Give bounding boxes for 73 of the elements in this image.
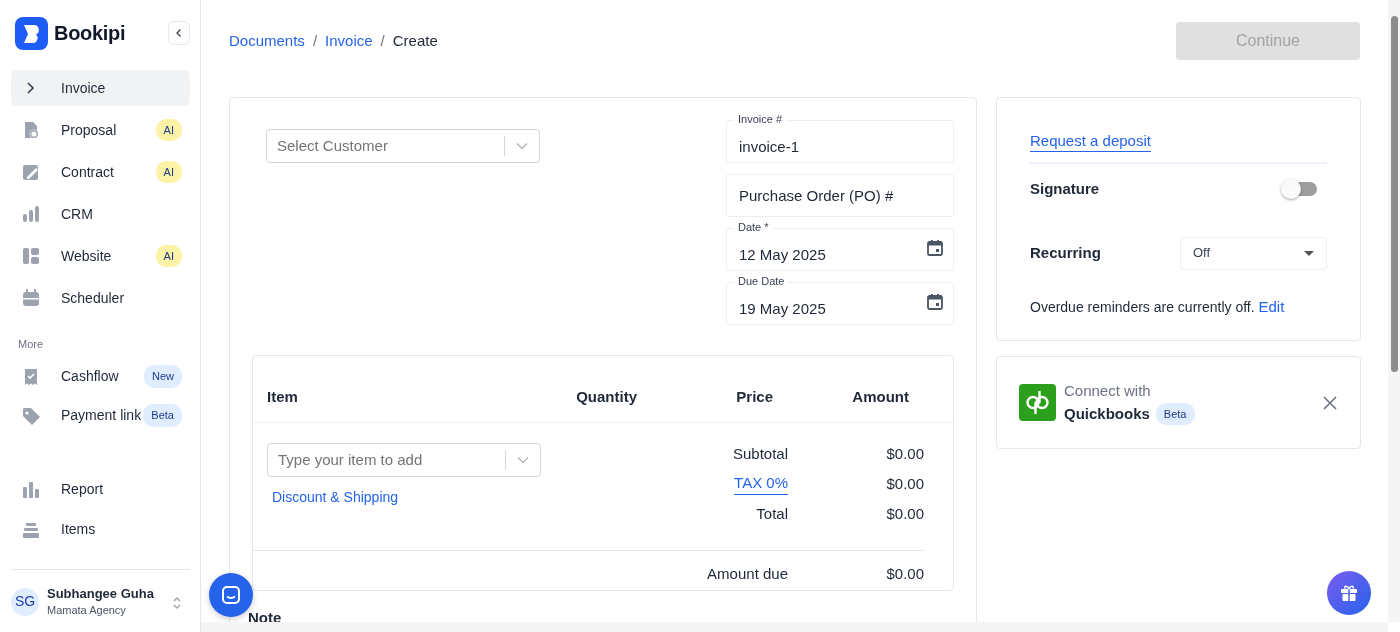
sidebar-item[interactable]: Invoice: [11, 70, 190, 106]
breadcrumb-separator: /: [312, 31, 318, 49]
badge: New: [144, 365, 182, 388]
gift-button[interactable]: [1327, 571, 1371, 615]
sidebar-item[interactable]: Items: [11, 511, 190, 548]
edit-link[interactable]: Edit: [1258, 297, 1285, 315]
connect-text: Connect with: [1064, 381, 1152, 401]
badge: AI: [155, 118, 182, 142]
tax-link[interactable]: TAX 0%: [734, 473, 788, 495]
badge: Beta: [143, 404, 182, 427]
badge: Beta: [1155, 402, 1195, 425]
column-header: Amount: [851, 386, 909, 407]
sidebar-item[interactable]: Cashflow New: [11, 358, 190, 395]
recurring-label: Recurring: [1030, 242, 1101, 263]
input-field[interactable]: Purchase Order (PO) #: [726, 174, 954, 217]
badge: AI: [155, 160, 182, 184]
total-label: Total: [755, 504, 788, 524]
brand-name: Bookipi: [54, 21, 126, 46]
amount-due-label: Amount due: [706, 564, 788, 584]
quickbooks-logo-icon: [1019, 384, 1056, 421]
breadcrumb-current: Create: [392, 31, 438, 49]
calendar-icon[interactable]: [926, 239, 944, 257]
column-header: Item: [267, 386, 299, 407]
chevron-down-icon: [516, 142, 528, 150]
bar-chart-icon: [21, 479, 41, 500]
customer-select[interactable]: Select Customer: [266, 129, 540, 163]
field-label: Due Date: [734, 274, 789, 288]
calendar-icon: [21, 288, 41, 308]
scrollbar[interactable]: [1388, 0, 1400, 622]
sidebar-item[interactable]: Report: [11, 471, 190, 508]
breadcrumb-separator: /: [380, 31, 385, 49]
close-button[interactable]: [1322, 394, 1338, 411]
total-value: $0.00: [885, 504, 924, 524]
chat-icon: [221, 585, 241, 605]
field-label: Invoice #: [734, 112, 787, 126]
column-header: Price: [735, 386, 773, 407]
column-header: Quantity: [575, 386, 637, 407]
layout-icon: [21, 246, 41, 266]
sidebar-item[interactable]: Contract AI: [11, 154, 190, 190]
logo-icon: [15, 16, 48, 50]
pencil-square-icon: [21, 162, 41, 182]
bars-icon: [21, 204, 41, 224]
tag-icon: [21, 405, 41, 426]
total-value: $0.00: [885, 444, 924, 464]
signature-label: Signature: [1030, 179, 1100, 199]
total-label: Subtotal: [731, 444, 788, 464]
total-value: $0.00: [885, 474, 924, 494]
sidebar-item[interactable]: CRM: [11, 196, 190, 232]
scrollbar[interactable]: [201, 622, 1388, 632]
chevron-down-icon: [517, 456, 529, 464]
breadcrumb-link[interactable]: Documents: [229, 31, 305, 49]
sidebar-item[interactable]: Website AI: [11, 238, 190, 274]
sidebar-item[interactable]: Proposal AI: [11, 112, 190, 148]
field-label: Date *: [734, 220, 773, 234]
company-name: Mamata Agency: [47, 602, 127, 618]
reminder-text: Overdue reminders are currently off.: [1030, 298, 1255, 315]
sidebar-item[interactable]: Payment link Beta: [11, 397, 190, 434]
gift-icon: [1339, 583, 1359, 603]
request-deposit-link[interactable]: Request a deposit: [1030, 131, 1151, 152]
section-label: More: [18, 337, 45, 352]
avatar: SG: [11, 587, 39, 616]
chevron-left-icon: [174, 28, 184, 38]
amount-due-value: $0.00: [885, 564, 924, 584]
sidebar-item[interactable]: Scheduler: [11, 280, 190, 316]
user-name: Subhangee Guha: [47, 585, 154, 602]
calendar-icon[interactable]: [926, 293, 944, 311]
discount-shipping-link[interactable]: Discount & Shipping: [272, 487, 399, 508]
caret-icon: [1304, 250, 1314, 257]
recurring-select[interactable]: Off: [1180, 236, 1327, 270]
badge: AI: [155, 244, 182, 268]
item-select[interactable]: Type your item to add: [267, 443, 541, 477]
breadcrumb-link[interactable]: Invoice: [325, 31, 373, 49]
quickbooks-name: Quickbooks: [1064, 403, 1150, 424]
